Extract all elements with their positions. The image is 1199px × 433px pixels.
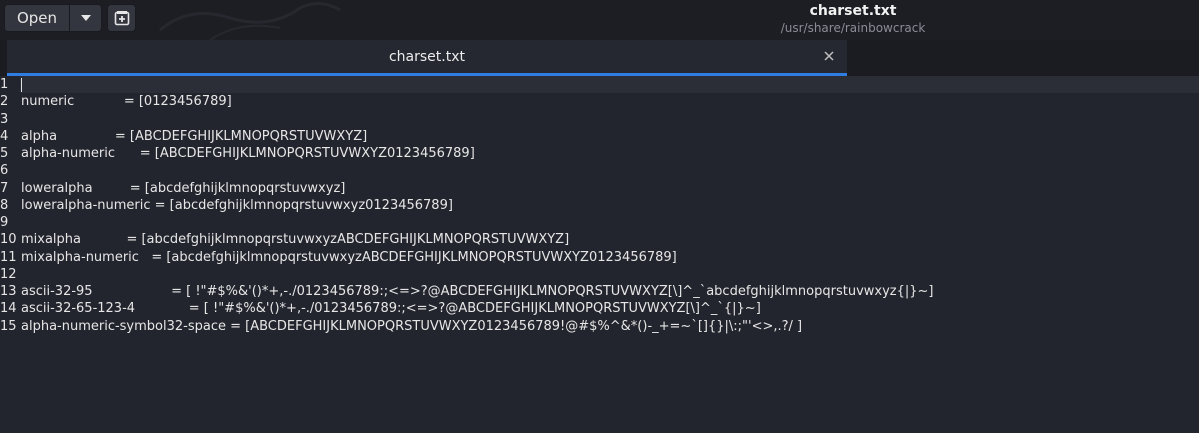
window-subtitle-path: /usr/share/rainbowcrack xyxy=(780,21,926,35)
line-number: 10 xyxy=(0,232,17,248)
line-number: 14 xyxy=(0,301,17,317)
line-text: loweralpha-numeric = [abcdefghijklmnopqr… xyxy=(21,197,453,213)
open-button-group: Open xyxy=(4,4,102,34)
current-line-highlight xyxy=(20,76,1199,93)
kali-dragon-watermark xyxy=(159,2,341,40)
header-bar: Open charset.txt /usr/share/rainbowcrack xyxy=(0,0,1199,40)
line-number: 5 xyxy=(0,146,9,161)
open-button-label: Open xyxy=(16,9,58,27)
line-number: 8 xyxy=(0,197,9,213)
tab-bar: charset.txt xyxy=(0,40,1199,76)
line-number: 9 xyxy=(0,215,9,230)
line-number: 12 xyxy=(0,266,17,282)
window-title-block: charset.txt /usr/share/rainbowcrack xyxy=(700,2,1006,36)
line-number: 7 xyxy=(0,180,9,196)
window-title: charset.txt xyxy=(809,3,897,19)
line-number: 13 xyxy=(0,284,17,299)
tab-label: charset.txt xyxy=(388,49,465,65)
line-text: loweralpha = [abcdefghijklmnopqrstuvwxyz… xyxy=(21,180,346,196)
line-text: alpha-numeric = [ABCDEFGHIJKLMNOPQRSTUVW… xyxy=(21,146,475,161)
tab-close-button[interactable] xyxy=(820,47,838,65)
line-number: 11 xyxy=(0,249,17,265)
new-tab-icon xyxy=(114,11,129,26)
line-text: mixalpha = [abcdefghijklmnopqrstuvwxyzAB… xyxy=(21,232,570,248)
line-text: alpha = [ABCDEFGHIJKLMNOPQRSTUVWXYZ] xyxy=(21,128,368,144)
text-cursor xyxy=(21,78,22,92)
line-number: 2 xyxy=(0,94,9,110)
line-text: ascii-32-95 = [ !"#$%&'()*+,-./012345678… xyxy=(21,284,934,299)
close-icon xyxy=(824,51,834,61)
line-number: 15 xyxy=(0,318,17,334)
open-menu-button[interactable] xyxy=(70,4,102,32)
line-text: mixalpha-numeric = [abcdefghijklmnopqrst… xyxy=(21,249,677,265)
line-number: 1 xyxy=(0,77,9,92)
tab-charset[interactable]: charset.txt xyxy=(7,40,847,76)
line-number: 3 xyxy=(0,111,9,127)
open-button[interactable]: Open xyxy=(4,4,70,32)
line-text: ascii-32-65-123-4 = [ !"#$%&'()*+,-./012… xyxy=(21,301,761,317)
line-text: alpha-numeric-symbol32-space = [ABCDEFGH… xyxy=(21,318,803,334)
line-number: 4 xyxy=(0,128,9,144)
new-document-button[interactable] xyxy=(107,4,136,32)
line-text: numeric = [0123456789] xyxy=(21,94,232,110)
line-number: 6 xyxy=(0,163,9,179)
text-editor[interactable]: 1 2 numeric = [0123456789] 3 4 alpha = [ABCDE… xyxy=(0,76,1199,433)
chevron-down-icon xyxy=(80,15,91,21)
